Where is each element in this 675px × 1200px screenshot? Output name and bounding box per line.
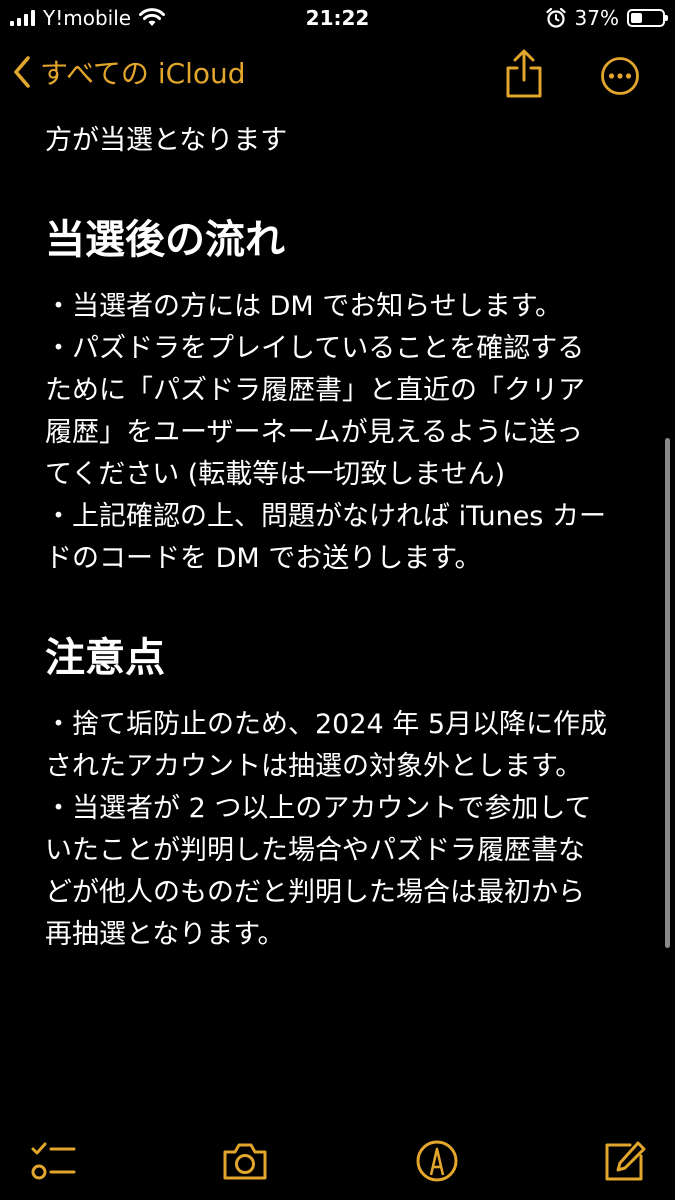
note-line: いたことが判明した場合やパズドラ履歴書な xyxy=(45,835,585,866)
battery-percent: 37% xyxy=(574,6,619,30)
note-line: ・上記確認の上、問題がなければ iTunes カー xyxy=(45,501,606,532)
note-line: されたアカウントは抽選の対象外とします。 xyxy=(45,751,583,782)
alarm-icon xyxy=(545,7,566,28)
battery-icon xyxy=(627,9,668,27)
note-line: 方が当選となります xyxy=(45,125,288,156)
note-line: ・当選者の方には DM でお知らせします。 xyxy=(45,291,563,322)
back-button-label: すべての iCloud xyxy=(40,57,246,90)
section-heading-notes: 注意点 xyxy=(45,635,165,681)
status-left: Y!mobile xyxy=(0,6,166,30)
note-line: ・当選者が 2 つ以上のアカウントで参加して xyxy=(45,793,592,824)
note-body[interactable]: 方が当選となります 当選後の流れ ・当選者の方には DM でお知らせします。 ・… xyxy=(45,120,645,956)
checklist-icon[interactable] xyxy=(28,1138,78,1184)
scroll-indicator[interactable] xyxy=(665,438,670,948)
note-line: ために「パズドラ履歴書」と直近の「クリア xyxy=(45,375,585,406)
note-line: ・捨て垢防止のため、2024 年 5月以降に作成 xyxy=(45,709,608,740)
note-line: ・パズドラをプレイしていることを確認する xyxy=(45,333,585,364)
note-line: どが他人のものだと判明した場合は最初から xyxy=(45,877,585,908)
battery-level xyxy=(631,13,643,23)
section-heading-after-win: 当選後の流れ xyxy=(45,217,285,263)
carrier-name: Y!mobile xyxy=(43,6,132,30)
pen-circle-icon[interactable] xyxy=(412,1138,462,1184)
chevron-left-icon xyxy=(14,56,30,88)
status-right: 37% xyxy=(545,6,675,30)
compose-icon[interactable] xyxy=(600,1138,650,1184)
cellular-signal-icon xyxy=(10,10,35,26)
ellipsis-circle-icon[interactable] xyxy=(600,56,640,96)
navigation-bar: すべての iCloud xyxy=(0,36,675,116)
share-icon[interactable] xyxy=(500,48,548,100)
wifi-icon xyxy=(139,8,166,26)
back-button[interactable]: すべての iCloud xyxy=(12,52,246,92)
camera-icon[interactable] xyxy=(220,1138,270,1184)
note-line: 履歴」をユーザーネームが見えるように送っ xyxy=(45,417,583,448)
note-line: てください (転載等は一切致しません) xyxy=(45,459,506,490)
bottom-toolbar xyxy=(0,1130,675,1190)
note-line: ドのコードを DM でお送りします。 xyxy=(45,543,482,574)
note-line: 再抽選となります。 xyxy=(45,919,285,950)
status-bar: Y!mobile 21:22 37% xyxy=(0,0,675,36)
